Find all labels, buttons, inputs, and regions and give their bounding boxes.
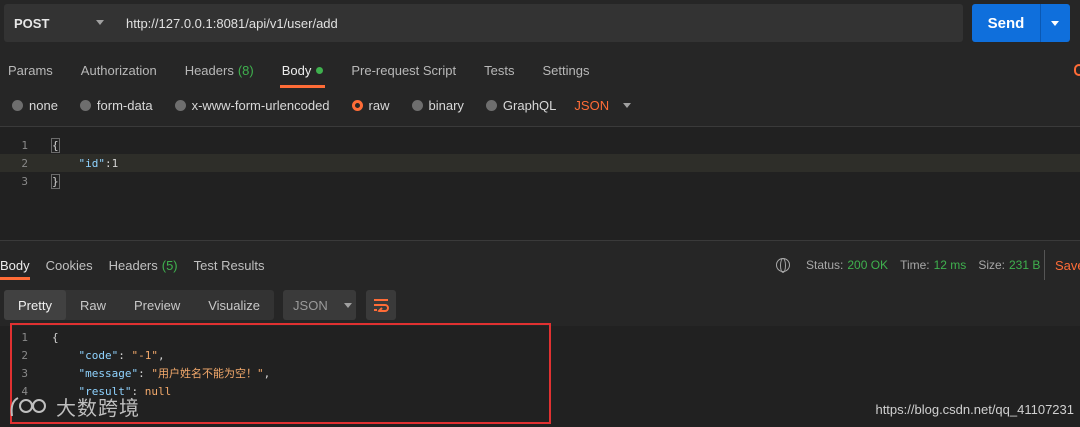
radio-none[interactable]: none [12, 98, 58, 113]
size-stat[interactable]: Size: 231 B [978, 258, 1040, 272]
request-body-editor[interactable]: 1 { 2 "id":1 3 } [0, 126, 1080, 241]
code-line: 1 { [0, 328, 1080, 346]
line-number: 3 [21, 174, 28, 188]
json-value: "-1" [131, 348, 159, 362]
view-preview-button[interactable]: Preview [120, 290, 194, 320]
request-tabs: Params Authorization Headers (8) Body Pre… [0, 52, 1080, 88]
radio-binary[interactable]: binary [411, 98, 464, 113]
send-options-chevron-icon[interactable] [1051, 20, 1059, 26]
watermark-brand-text: 大数跨境 [56, 396, 140, 420]
response-format-select[interactable]: JSON [283, 290, 357, 320]
view-pretty-button[interactable]: Pretty [4, 290, 66, 320]
status-value: 200 OK [847, 258, 889, 272]
radio-form-data[interactable]: form-data [79, 98, 153, 113]
size-value: 231 B [1009, 258, 1041, 272]
tab-pre-request-script[interactable]: Pre-request Script [337, 52, 470, 88]
chevron-down-icon [623, 102, 632, 108]
line-number: 1 [21, 138, 28, 152]
radio-circle-icon [12, 99, 23, 111]
radio-selected-icon [351, 99, 363, 111]
wrap-lines-button[interactable] [366, 290, 397, 320]
code-line: 4 "result": null [0, 382, 1080, 400]
response-headers-count: (5) [161, 257, 178, 273]
url-text: http://127.0.0.1:8081/api/v1/user/add [126, 15, 338, 31]
url-input[interactable]: http://127.0.0.1:8081/api/v1/user/add [116, 4, 963, 42]
tab-settings[interactable]: Settings [528, 52, 603, 88]
json-value: null [144, 384, 172, 398]
response-tab-test-results[interactable]: Test Results [186, 250, 273, 280]
json-key: "message" [78, 367, 139, 380]
method-label: POST [14, 15, 50, 31]
response-tab-body[interactable]: Body [0, 250, 38, 280]
radio-circle-icon [79, 99, 91, 111]
tab-tests[interactable]: Tests [470, 52, 528, 88]
close-brace: } [51, 173, 60, 189]
tab-body[interactable]: Body [268, 52, 338, 88]
view-visualize-button[interactable]: Visualize [194, 290, 274, 320]
radio-graphql[interactable]: GraphQL [485, 98, 556, 113]
code-line: 3 "message": "用户姓名不能为空！", [0, 364, 1080, 382]
method-select[interactable]: POST [4, 4, 116, 42]
view-mode-group: Pretty Raw Preview Visualize [4, 290, 275, 320]
save-response-button[interactable]: Save [1044, 250, 1080, 280]
brand-logo-icon [10, 396, 46, 416]
response-status-bar: Status: 200 OK Time: 12 ms Size: 231 B [776, 250, 1052, 280]
headers-count: (8) [237, 62, 254, 78]
line-number: 1 [21, 330, 28, 344]
request-url-bar: POST http://127.0.0.1:8081/api/v1/user/a… [0, 0, 1080, 47]
line-number: 3 [21, 366, 28, 380]
tab-authorization[interactable]: Authorization [67, 52, 171, 88]
globe-icon[interactable] [776, 258, 790, 273]
status-stat[interactable]: Status: 200 OK [806, 258, 888, 272]
watermark-url: https://blog.csdn.net/qq_41107231 [875, 402, 1074, 417]
line-number: 2 [21, 348, 28, 362]
cookies-link-icon[interactable] [1074, 64, 1080, 76]
json-value: "用户姓名不能为空！" [151, 367, 264, 380]
radio-raw[interactable]: raw [351, 98, 390, 113]
watermark-logo: 大数跨境 [8, 392, 140, 421]
tab-headers[interactable]: Headers (8) [171, 52, 268, 88]
code-line: 1 { [0, 136, 1080, 154]
json-value: 1 [111, 156, 119, 170]
wrap-icon [374, 299, 389, 312]
body-format-select[interactable]: JSON [574, 98, 632, 113]
body-indicator-dot-icon [316, 66, 324, 74]
send-label: Send [987, 14, 1025, 32]
response-tab-headers[interactable]: Headers (5) [101, 250, 186, 280]
radio-circle-icon [174, 99, 186, 111]
open-brace: { [51, 137, 60, 153]
tab-params[interactable]: Params [0, 52, 67, 88]
code-line: 2 "code": "-1", [0, 346, 1080, 364]
code-line: 3 } [0, 172, 1080, 190]
json-key: "id" [78, 156, 106, 170]
send-divider [1040, 4, 1041, 42]
body-type-options: none form-data x-www-form-urlencoded raw… [0, 92, 632, 118]
time-stat[interactable]: Time: 12 ms [900, 258, 966, 272]
json-key: "code" [78, 348, 119, 362]
response-view-toolbar: Pretty Raw Preview Visualize JSON [4, 290, 397, 320]
code-line-active: 2 "id":1 [0, 154, 1080, 172]
chevron-down-icon [96, 20, 104, 25]
chevron-down-icon [343, 302, 352, 308]
radio-circle-icon [411, 99, 423, 111]
view-raw-button[interactable]: Raw [66, 290, 120, 320]
response-tab-cookies[interactable]: Cookies [38, 250, 101, 280]
radio-circle-icon [485, 99, 497, 111]
time-value: 12 ms [933, 258, 967, 272]
radio-x-www-form-urlencoded[interactable]: x-www-form-urlencoded [174, 98, 330, 113]
open-brace: { [52, 330, 59, 344]
send-button[interactable]: Send [972, 4, 1070, 42]
line-number: 2 [21, 156, 28, 170]
